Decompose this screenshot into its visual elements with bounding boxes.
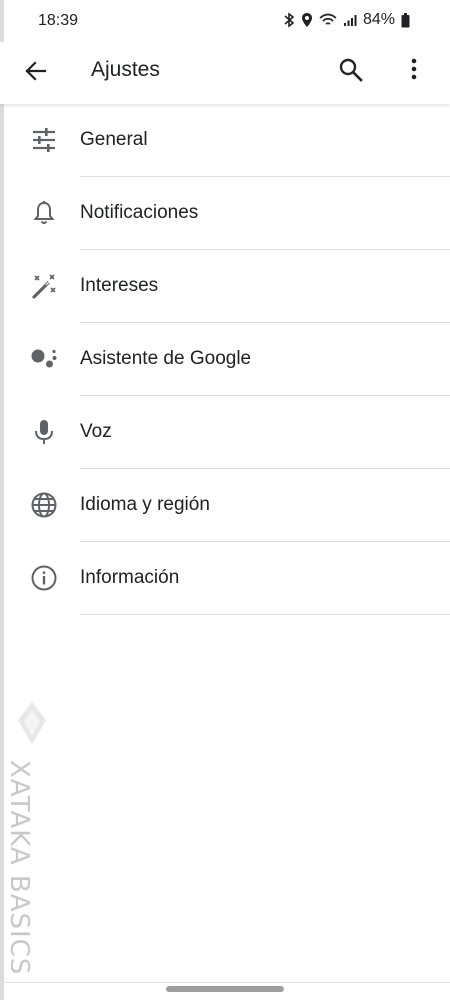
bell-icon [30, 199, 58, 227]
settings-item-informacion[interactable]: Información [0, 542, 450, 615]
settings-list: General Notificaciones Intereses Asisten… [0, 104, 450, 615]
settings-item-general[interactable]: General [0, 104, 450, 177]
bottom-divider [0, 982, 450, 983]
search-button[interactable] [335, 54, 367, 86]
settings-item-notificaciones[interactable]: Notificaciones [0, 177, 450, 250]
microphone-icon [30, 418, 58, 446]
battery-percentage: 84% [362, 11, 395, 28]
back-button[interactable] [20, 55, 52, 87]
settings-item-label: Asistente de Google [80, 348, 252, 369]
search-icon [335, 58, 367, 90]
settings-item-voz[interactable]: Voz [0, 396, 450, 469]
tune-icon [30, 126, 58, 154]
more-vert-icon [402, 58, 426, 90]
location-icon [301, 12, 313, 28]
bluetooth-icon [283, 12, 295, 28]
wifi-icon [319, 12, 337, 28]
globe-icon [30, 491, 58, 519]
settings-item-label: General [80, 129, 148, 150]
settings-item-label: Información [80, 567, 180, 588]
signal-icon [343, 13, 357, 27]
settings-item-label: Voz [80, 421, 112, 442]
settings-item-intereses[interactable]: Intereses [0, 250, 450, 323]
page-title: Ajustes [91, 58, 160, 81]
arrow-back-icon [20, 61, 52, 91]
app-bar: Ajustes [0, 42, 450, 104]
status-icons: 84% [283, 11, 410, 29]
home-indicator[interactable] [166, 986, 284, 992]
status-time: 18:39 [38, 12, 79, 29]
battery-icon [401, 12, 410, 28]
status-bar: 18:39 84% [0, 0, 450, 42]
settings-item-asistente[interactable]: Asistente de Google [0, 323, 450, 396]
info-icon [30, 564, 58, 592]
settings-item-label: Intereses [80, 275, 159, 296]
settings-item-label: Idioma y región [80, 494, 210, 515]
more-options-button[interactable] [402, 54, 426, 86]
divider [80, 614, 450, 615]
magic-wand-icon [30, 272, 58, 300]
settings-item-label: Notificaciones [80, 202, 199, 223]
watermark-text: XATAKA BASICS [4, 760, 34, 976]
google-assistant-icon [30, 345, 58, 373]
settings-item-idioma[interactable]: Idioma y región [0, 469, 450, 542]
